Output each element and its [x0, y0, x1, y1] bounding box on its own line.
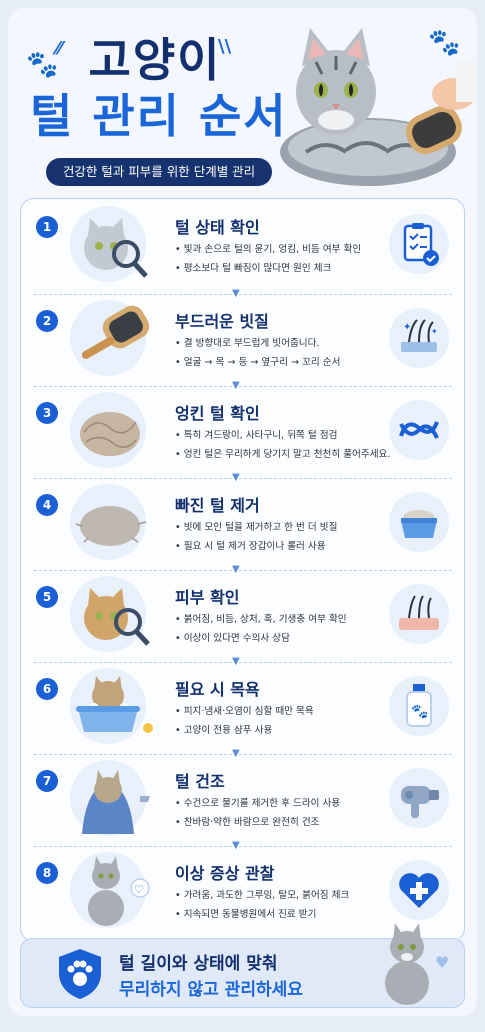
svg-text:♡: ♡: [134, 883, 144, 896]
step-6: 6 필요 시 목욕 피지·냄새·오염이 심할 때만 목욕 고양이 전용 샴푸 사…: [20, 664, 463, 748]
step-number: 4: [36, 494, 58, 516]
step-title: 털 상태 확인: [175, 218, 260, 237]
step-divider: [34, 662, 452, 663]
bullet-item: 고양이 전용 샴푸 사용: [175, 721, 407, 740]
svg-text:✦: ✦: [403, 322, 411, 333]
bullet-item: 가려움, 과도한 그루밍, 탈모, 붉어짐 체크: [175, 886, 407, 905]
bullet-item: 붉어짐, 비듬, 상처, 혹, 기생충 여부 확인: [175, 610, 407, 629]
step-number: 6: [36, 678, 58, 700]
brush-illustration: [64, 300, 160, 376]
hair-dryer-icon: [389, 768, 449, 828]
shield-paw-icon: [55, 947, 105, 1001]
step-title: 필요 시 목욕: [175, 680, 260, 699]
bullet-item: 엉킨 털은 무리하게 당기지 말고 천천히 풀어주세요.: [175, 445, 407, 464]
step-bullets: 수건으로 물기를 제거한 후 드라이 사용 찬바람·약한 바람으로 완전히 건조: [175, 794, 407, 832]
step-bullets: 가려움, 과도한 그루밍, 탈모, 붉어짐 체크 지속되면 동물병원에서 진료 …: [175, 886, 407, 924]
cat-towel-illustration: [64, 760, 160, 836]
step-number: 3: [36, 402, 58, 424]
step-number: 5: [36, 586, 58, 608]
step-5: 5 피부 확인 붉어짐, 비듬, 상처, 혹, 기생충 여부 확인 이상이 있다…: [20, 572, 463, 656]
skin-hair-icon: [389, 584, 449, 644]
step-number: 8: [36, 862, 58, 884]
knot-icon: [389, 400, 449, 460]
step-title: 빠진 털 제거: [175, 496, 260, 515]
loose-fur-illustration: [64, 484, 160, 560]
step-divider: [34, 846, 452, 847]
infographic-page: 🐾 🐾 고양이 털 관리 순서 ⁄⁄ \\ 건강한 털과 피부를 위한 단계별 …: [8, 8, 477, 1016]
step-title: 피부 확인: [175, 588, 240, 607]
step-2: 2 부드러운 빗질 결 방향대로 부드럽게 빗어줍니다. 얼굴 → 목 → 등 …: [20, 296, 463, 380]
step-number: 2: [36, 310, 58, 332]
bullet-item: 빗에 모인 털을 제거하고 한 번 더 빗질: [175, 518, 407, 537]
bullet-item: 평소보다 털 빠짐이 많다면 원인 체크: [175, 259, 407, 278]
title-line-2: 털 관리 순서: [30, 89, 288, 143]
footer-banner: 털 길이와 상태에 맞춰 무리하지 않고 관리하세요 ♥: [20, 923, 465, 1008]
step-bullets: 붉어짐, 비듬, 상처, 혹, 기생충 여부 확인 이상이 있다면 수의사 상담: [175, 610, 407, 648]
step-8: 8 ♡ 이상 증상 관찰 가려움, 과도한 그루밍, 탈모, 붉어짐 체크 지속…: [20, 848, 463, 932]
step-title: 털 건조: [175, 772, 225, 791]
title-line-1: 고양이: [88, 33, 222, 87]
sparkle-icon: ⁄⁄: [56, 38, 63, 59]
subtitle-pill: 건강한 털과 피부를 위한 단계별 관리: [46, 158, 272, 186]
bullet-item: 얼굴 → 목 → 등 → 옆구리 → 꼬리 순서: [175, 353, 407, 372]
footer-line-2: 무리하지 않고 관리하세요: [119, 980, 303, 1000]
step-title: 부드러운 빗질: [175, 312, 269, 331]
step-divider: [34, 570, 452, 571]
bullet-item: 결 방향대로 부드럽게 빗어줍니다.: [175, 334, 407, 353]
step-3: 3 엉킨 털 확인 특히 겨드랑이, 사타구니, 뒤쪽 털 점검 엉킨 털은 무…: [20, 388, 463, 472]
cat-magnifier-illustration: [64, 576, 160, 652]
step-divider: [34, 386, 452, 387]
step-bullets: 결 방향대로 부드럽게 빗어줍니다. 얼굴 → 목 → 등 → 옆구리 → 꼬리…: [175, 334, 407, 372]
title-block: 고양이 털 관리 순서: [30, 32, 288, 144]
bullet-item: 특히 겨드랑이, 사타구니, 뒤쪽 털 점검: [175, 426, 407, 445]
step-7: 7 털 건조 수건으로 물기를 제거한 후 드라이 사용 찬바람·약한 바람으로…: [20, 756, 463, 840]
bullet-item: 필요 시 털 제거 장갑이나 롤러 사용: [175, 537, 407, 556]
footer-cat-illustration: [373, 921, 443, 1007]
bullet-item: 이상이 있다면 수의사 상담: [175, 629, 407, 648]
step-bullets: 피지·냄새·오염이 심할 때만 목욕 고양이 전용 샴푸 사용: [175, 702, 407, 740]
step-bullets: 빗에 모인 털을 제거하고 한 번 더 빗질 필요 시 털 제거 장갑이나 롤러…: [175, 518, 407, 556]
step-title: 이상 증상 관찰: [175, 864, 275, 883]
step-4: 4 빠진 털 제거 빗에 모인 털을 제거하고 한 번 더 빗질 필요 시 털 …: [20, 480, 463, 564]
heart-decoration-icon: ♥: [435, 953, 450, 972]
skin-hair-sparkle-icon: ✦ ✦: [389, 308, 449, 368]
clipboard-check-icon: [389, 214, 449, 274]
step-divider: [34, 754, 452, 755]
step-bullets: 빛과 손으로 털의 윤기, 엉킴, 비듬 여부 확인 평소보다 털 빠짐이 많다…: [175, 240, 407, 278]
fur-bowl-icon: [389, 492, 449, 552]
step-divider: [34, 478, 452, 479]
health-heart-icon: [389, 860, 449, 920]
bullet-item: 피지·냄새·오염이 심할 때만 목욕: [175, 702, 407, 721]
hero-cat-illustration: [276, 22, 476, 202]
sitting-cat-illustration: ♡: [64, 852, 160, 928]
step-divider: [34, 294, 452, 295]
cat-bath-illustration: [64, 668, 160, 744]
step-title: 엉킨 털 확인: [175, 404, 260, 423]
bullet-item: 빛과 손으로 털의 윤기, 엉킴, 비듬 여부 확인: [175, 240, 407, 259]
step-bullets: 특히 겨드랑이, 사타구니, 뒤쪽 털 점검 엉킨 털은 무리하게 당기지 말고…: [175, 426, 407, 464]
step-1: 1 털 상태 확인 빛과 손으로 털의 윤기, 엉킴, 비듬 여부 확인 평소보…: [20, 202, 463, 286]
bullet-item: 수건으로 물기를 제거한 후 드라이 사용: [175, 794, 407, 813]
step-number: 1: [36, 216, 58, 238]
footer-line-1: 털 길이와 상태에 맞춰: [119, 954, 278, 974]
bullet-item: 찬바람·약한 바람으로 완전히 건조: [175, 813, 407, 832]
shampoo-bottle-icon: 🐾: [389, 676, 449, 736]
svg-text:✦: ✦: [431, 327, 438, 336]
sparkle-icon: \\: [218, 36, 232, 57]
svg-text:🐾: 🐾: [411, 704, 428, 720]
cat-magnifier-illustration: [64, 206, 160, 282]
step-number: 7: [36, 770, 58, 792]
tangled-fur-illustration: [64, 392, 160, 468]
